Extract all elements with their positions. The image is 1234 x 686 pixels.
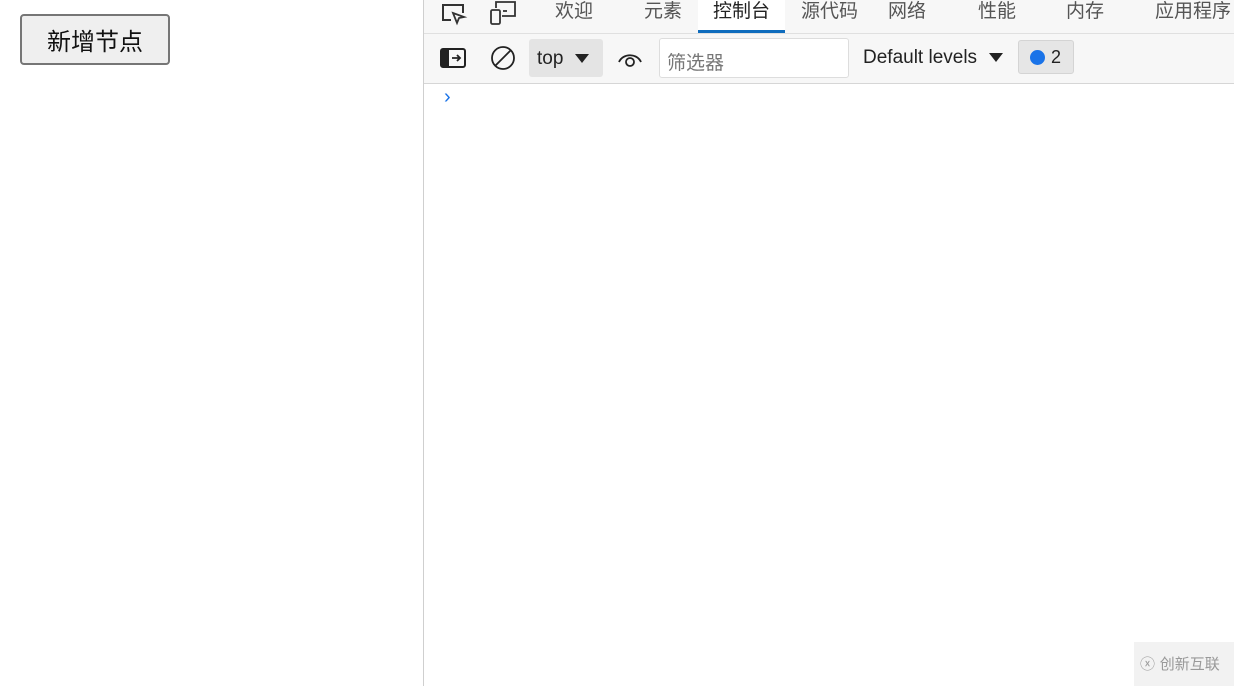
log-levels-label: Default levels (863, 47, 978, 68)
add-node-button[interactable]: 新增节点 (20, 14, 170, 65)
dropdown-arrow-icon (575, 54, 590, 64)
live-expression-eye-icon[interactable] (617, 49, 643, 69)
context-selector[interactable]: top (529, 39, 603, 77)
tab-application[interactable]: 应用程序 (1155, 0, 1231, 33)
console-toolbar: top 筛选器 Default levels 2 (424, 34, 1234, 84)
message-count: 2 (1051, 47, 1062, 67)
watermark-logo: ⓧ 创新互联 (1134, 642, 1234, 686)
tab-performance[interactable]: 性能 (978, 0, 1016, 33)
tab-network[interactable]: 网络 (888, 0, 926, 33)
sidebar-toggle-icon[interactable] (440, 48, 468, 70)
log-levels-dropdown[interactable]: Default levels (863, 47, 1004, 69)
devtools-panel: 欢迎 元素 控制台 源代码 网络 性能 内存 应用程序 top 筛选器 Defa… (423, 0, 1234, 686)
dropdown-arrow-icon (989, 53, 1004, 63)
watermark-text: 创新互联 (1159, 655, 1220, 673)
message-icon (1030, 50, 1045, 65)
tab-memory[interactable]: 内存 (1066, 0, 1104, 33)
filter-input[interactable]: 筛选器 (659, 38, 849, 78)
inspect-element-icon[interactable] (440, 2, 468, 26)
console-prompt[interactable]: › (444, 86, 451, 109)
clear-console-icon[interactable] (490, 45, 518, 73)
device-emulation-icon[interactable] (490, 0, 518, 26)
devtools-tabbar: 欢迎 元素 控制台 源代码 网络 性能 内存 应用程序 (424, 0, 1234, 34)
tab-console[interactable]: 控制台 (698, 0, 785, 33)
tab-sources[interactable]: 源代码 (801, 0, 858, 33)
tab-welcome[interactable]: 欢迎 (555, 0, 593, 33)
context-value: top (537, 48, 564, 69)
tab-elements[interactable]: 元素 (644, 0, 682, 33)
messages-badge[interactable]: 2 (1018, 40, 1074, 74)
